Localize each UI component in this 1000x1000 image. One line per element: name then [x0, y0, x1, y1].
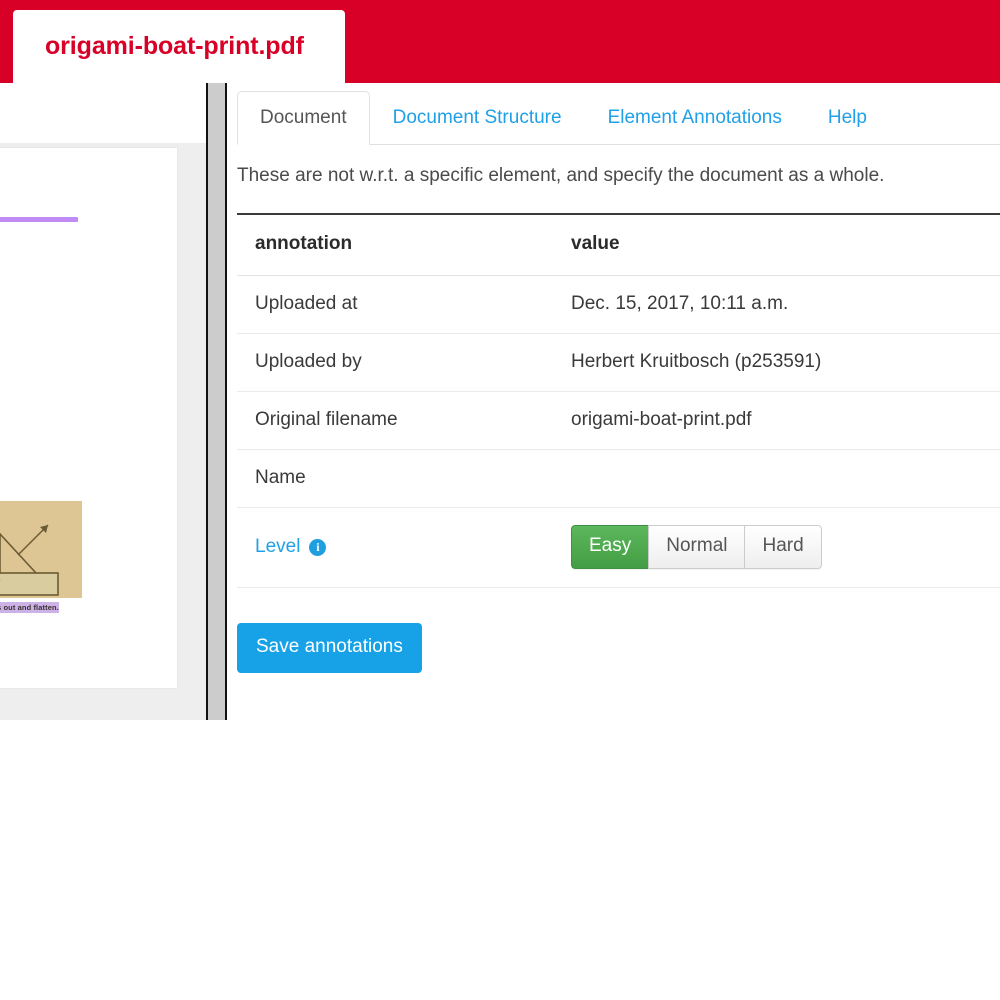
pdf-figure-caption: he sides out and flatten. [0, 602, 60, 613]
pdf-toolbar [0, 83, 206, 143]
table-row: Level i Easy Normal Hard [237, 507, 1000, 588]
row-value-level: Easy Normal Hard [553, 507, 1000, 588]
column-header-annotation: annotation [237, 213, 553, 276]
row-label-name: Name [237, 449, 553, 508]
table-row: Original filename origami-boat-print.pdf [237, 391, 1000, 450]
document-title-tab[interactable]: origami-boat-print.pdf [13, 10, 345, 83]
info-icon[interactable]: i [309, 538, 327, 556]
table-head: annotation value [237, 213, 1000, 276]
column-header-value: value [553, 213, 1000, 276]
pdf-viewport[interactable]: he sides out and flatten. [0, 143, 206, 720]
table-row: Uploaded at Dec. 15, 2017, 10:11 a.m. [237, 275, 1000, 334]
tab-element-annotations-label: Element Annotations [607, 107, 782, 128]
tab-document-structure[interactable]: Document Structure [370, 91, 585, 144]
panel-splitter-handle[interactable] [206, 83, 227, 720]
level-button-group: Easy Normal Hard [571, 525, 822, 569]
row-label-level: Level i [237, 507, 553, 588]
table-row: Name [237, 449, 1000, 508]
level-option-normal[interactable]: Normal [648, 525, 745, 569]
table-header-row: annotation value [237, 213, 1000, 276]
app-root: origami-boat-print.pdf out and flatten. … [0, 0, 1000, 1000]
tab-help[interactable]: Help [805, 91, 890, 144]
tab-element-annotations[interactable]: Element Annotations [585, 91, 805, 144]
table-row: Uploaded by Herbert Kruitbosch (p253591) [237, 333, 1000, 392]
tab-bar: Document Document Structure Element Anno… [237, 91, 1000, 145]
pdf-figure-illustration [0, 501, 82, 598]
pdf-preview-panel: he sides out and flatten. [0, 83, 206, 720]
tab-document-label: Document [260, 107, 347, 128]
save-annotations-button[interactable]: Save annotations [237, 623, 422, 673]
table-body: Uploaded at Dec. 15, 2017, 10:11 a.m. Up… [237, 275, 1000, 588]
row-value-name[interactable] [553, 449, 1000, 508]
document-title-label: origami-boat-print.pdf [45, 32, 304, 60]
annotations-panel: Document Document Structure Element Anno… [227, 83, 1000, 720]
tab-help-label: Help [827, 107, 867, 128]
row-label-original-filename: Original filename [237, 391, 553, 450]
level-option-hard[interactable]: Hard [744, 525, 822, 569]
row-label-uploaded-at: Uploaded at [237, 275, 553, 334]
document-annotations-table: annotation value Uploaded at Dec. 15, 20… [237, 213, 1000, 588]
pdf-page[interactable]: he sides out and flatten. [0, 148, 177, 688]
origami-diagram-icon [0, 524, 59, 596]
top-header-bar: origami-boat-print.pdf [0, 0, 1000, 83]
level-label-link[interactable]: Level i [255, 536, 327, 558]
intro-note-text: These are not w.r.t. a specific element,… [237, 165, 885, 186]
pdf-text-highlight [0, 217, 78, 222]
level-option-easy[interactable]: Easy [571, 525, 649, 569]
row-value-uploaded-at: Dec. 15, 2017, 10:11 a.m. [553, 275, 1000, 334]
level-label-text: Level [255, 536, 301, 557]
row-value-original-filename: origami-boat-print.pdf [553, 391, 1000, 450]
row-label-uploaded-by: Uploaded by [237, 333, 553, 392]
row-value-uploaded-by: Herbert Kruitbosch (p253591) [553, 333, 1000, 392]
tab-document[interactable]: Document [237, 91, 370, 145]
tab-document-structure-label: Document Structure [392, 107, 562, 128]
pdf-caption-text: he sides out and flatten. [0, 602, 60, 613]
